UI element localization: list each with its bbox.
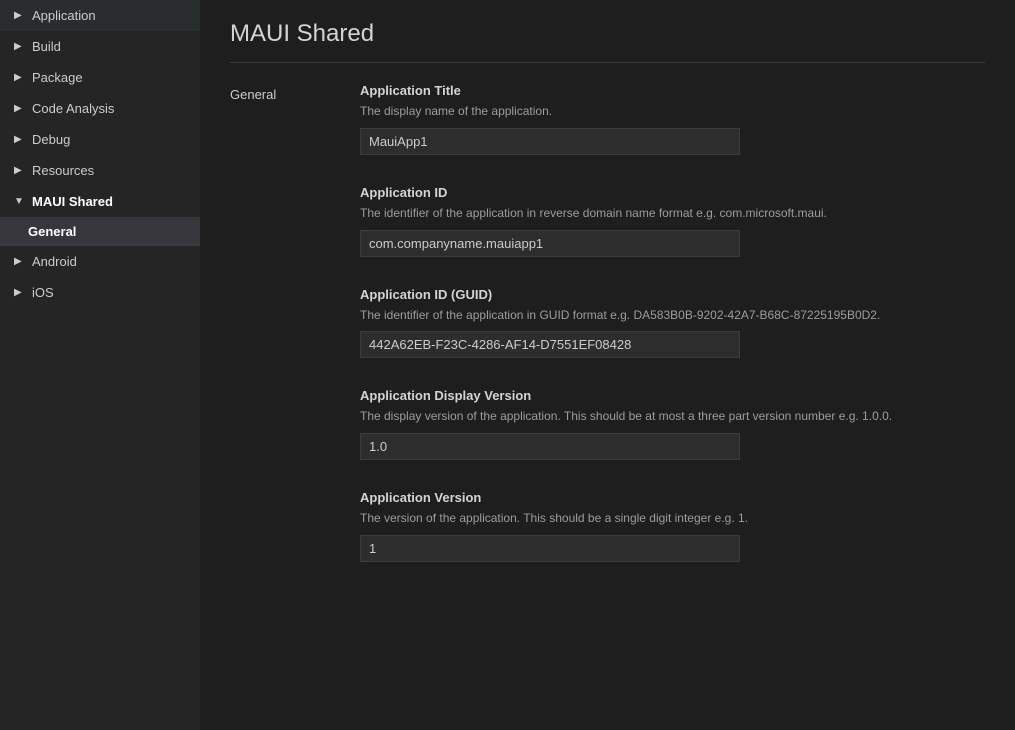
sidebar-item-ios[interactable]: ▶ iOS [0,277,200,308]
sidebar-item-maui-shared[interactable]: ▼ MAUI Shared [0,186,200,217]
fields-container: Application Title The display name of th… [360,83,985,592]
sidebar-item-application[interactable]: ▶ Application [0,0,200,31]
sidebar-item-label: MAUI Shared [32,194,113,209]
field-desc-app-version: The version of the application. This sho… [360,510,985,527]
field-input-app-display-version[interactable] [360,433,740,460]
sidebar-item-build[interactable]: ▶ Build [0,31,200,62]
field-title-app-id-guid: Application ID (GUID) [360,287,985,302]
main-content: MAUI Shared General Application Title Th… [200,0,1015,730]
field-desc-app-display-version: The display version of the application. … [360,408,985,425]
field-input-app-id-guid[interactable] [360,331,740,358]
field-app-id-guid: Application ID (GUID) The identifier of … [360,287,985,359]
section-label: General [230,83,360,592]
chevron-right-icon: ▶ [14,287,28,298]
field-desc-app-title: The display name of the application. [360,103,985,120]
sidebar-item-label: Code Analysis [32,101,114,116]
field-app-display-version: Application Display Version The display … [360,388,985,460]
field-title-app-title: Application Title [360,83,985,98]
chevron-right-icon: ▶ [14,134,28,145]
chevron-right-icon: ▶ [14,41,28,52]
field-desc-app-id-guid: The identifier of the application in GUI… [360,307,985,324]
field-app-id: Application ID The identifier of the app… [360,185,985,257]
field-input-app-id[interactable] [360,230,740,257]
field-app-version: Application Version The version of the a… [360,490,985,562]
sidebar-item-label: Application [32,8,96,23]
field-title-app-id: Application ID [360,185,985,200]
sidebar-item-label: Package [32,70,83,85]
chevron-right-icon: ▶ [14,10,28,21]
sidebar-item-label: Build [32,39,61,54]
sidebar-item-android[interactable]: ▶ Android [0,246,200,277]
sidebar-item-package[interactable]: ▶ Package [0,62,200,93]
sidebar-item-resources[interactable]: ▶ Resources [0,155,200,186]
sidebar-item-code-analysis[interactable]: ▶ Code Analysis [0,93,200,124]
field-input-app-version[interactable] [360,535,740,562]
sidebar-subitem-label: General [28,224,76,239]
field-title-app-display-version: Application Display Version [360,388,985,403]
chevron-down-icon: ▼ [14,196,28,207]
sidebar: ▶ Application ▶ Build ▶ Package ▶ Code A… [0,0,200,730]
sidebar-item-label: Android [32,254,77,269]
field-title-app-version: Application Version [360,490,985,505]
page-title: MAUI Shared [200,0,1015,62]
sidebar-item-general[interactable]: General [0,217,200,246]
field-app-title: Application Title The display name of th… [360,83,985,155]
chevron-right-icon: ▶ [14,103,28,114]
content-area: General Application Title The display na… [200,63,1015,612]
sidebar-item-label: Debug [32,132,70,147]
chevron-right-icon: ▶ [14,165,28,176]
field-input-app-title[interactable] [360,128,740,155]
sidebar-item-label: Resources [32,163,94,178]
sidebar-item-label: iOS [32,285,54,300]
chevron-right-icon: ▶ [14,256,28,267]
sidebar-item-debug[interactable]: ▶ Debug [0,124,200,155]
field-desc-app-id: The identifier of the application in rev… [360,205,985,222]
chevron-right-icon: ▶ [14,72,28,83]
